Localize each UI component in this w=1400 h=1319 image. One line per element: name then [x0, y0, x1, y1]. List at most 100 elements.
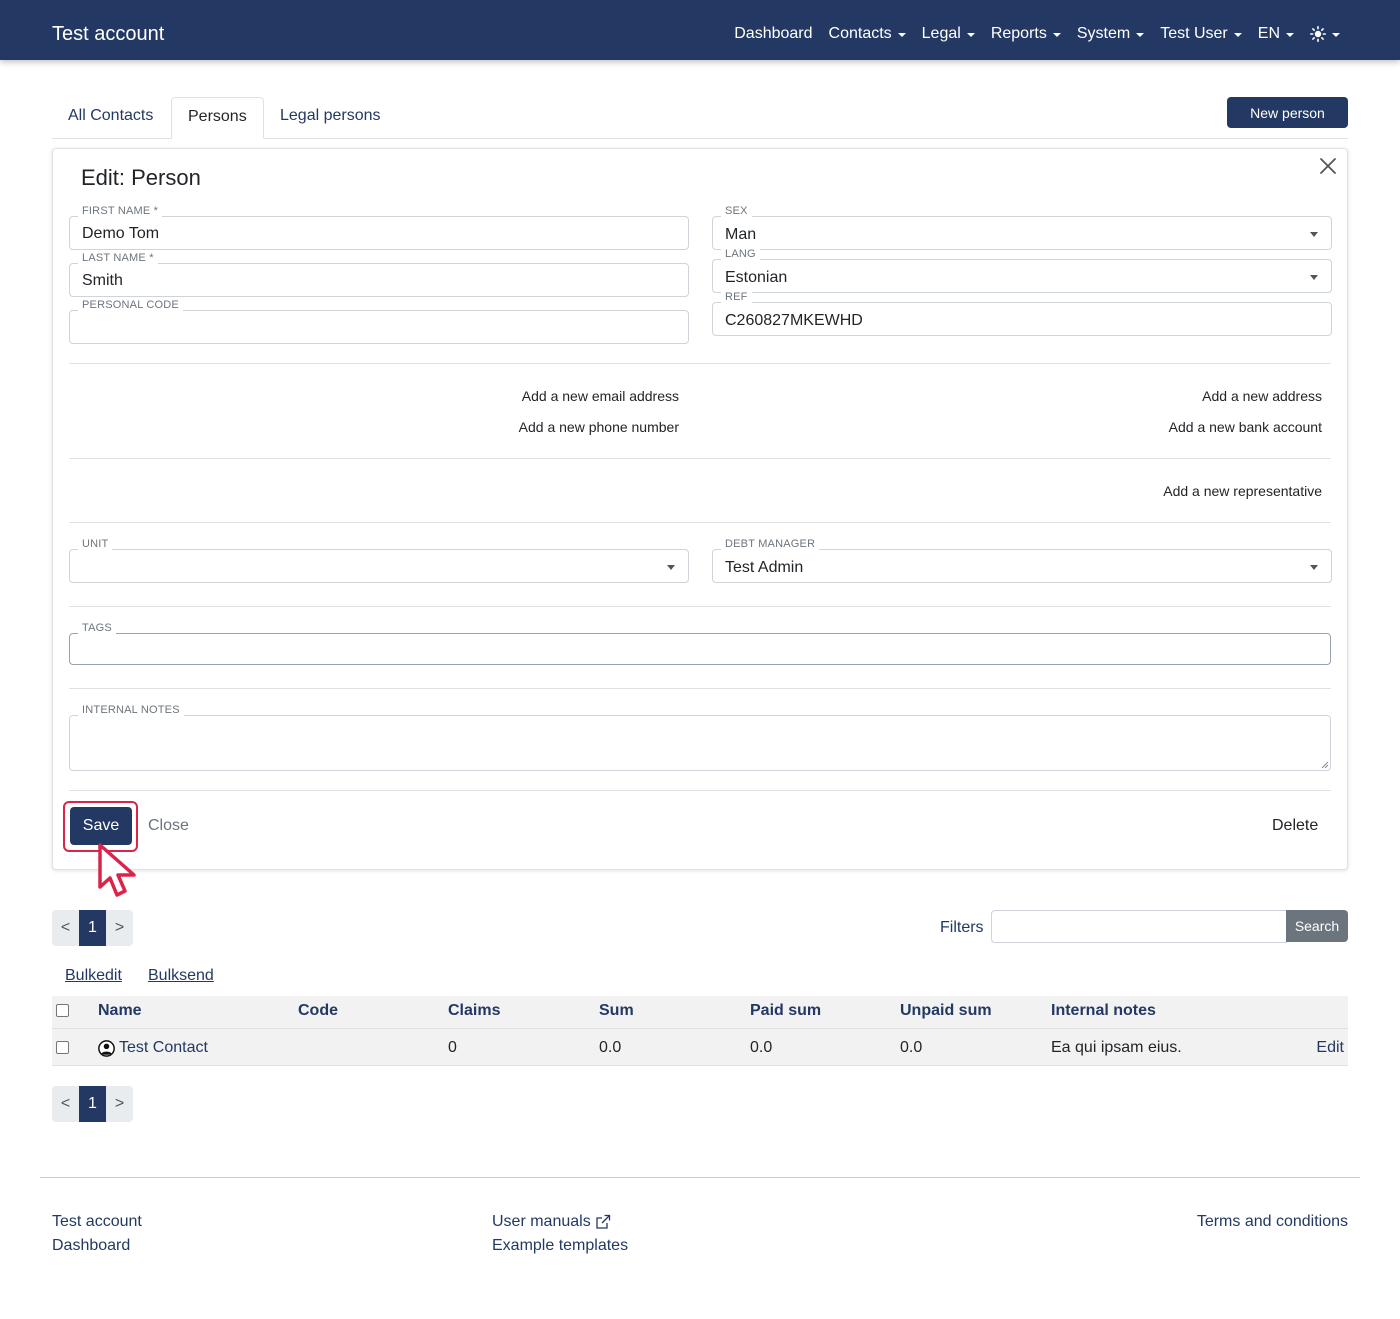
- unit-label: UNIT: [78, 538, 113, 550]
- nav-reports-label: Reports: [990, 25, 1047, 42]
- search-button[interactable]: Search: [1286, 910, 1348, 942]
- nav-user-dropdown[interactable]: Test User: [1160, 22, 1242, 46]
- nav-system-dropdown[interactable]: System: [1076, 22, 1145, 46]
- last-name-input[interactable]: [69, 263, 689, 297]
- tags-field: TAGS: [69, 622, 1331, 665]
- pagination-page-1[interactable]: 1: [79, 1086, 106, 1122]
- first-name-field: FIRST NAME * Demo Tom: [69, 205, 689, 250]
- tags-label: TAGS: [78, 622, 116, 634]
- ref-value: C260827MKEWHD: [725, 312, 863, 329]
- close-icon[interactable]: [1317, 155, 1339, 177]
- col-header-unpaid-sum[interactable]: Unpaid sum: [900, 1002, 992, 1020]
- nav-menu: Dashboard Contacts Legal Reports System …: [734, 22, 1340, 46]
- cell-unpaid-sum: 0.0: [900, 1039, 923, 1056]
- debt-manager-select[interactable]: [712, 549, 1332, 583]
- add-representative-link[interactable]: Add a new representative: [1163, 483, 1322, 499]
- select-all-checkbox[interactable]: [56, 1004, 69, 1017]
- lang-label: LANG: [721, 248, 760, 260]
- contact-tabs: All Contacts Persons Legal persons: [52, 97, 1348, 139]
- sun-icon: [1310, 26, 1326, 42]
- nav-legal-dropdown[interactable]: Legal: [922, 22, 975, 46]
- add-address-link[interactable]: Add a new address: [1202, 388, 1322, 404]
- add-bank-account-link[interactable]: Add a new bank account: [1169, 419, 1322, 435]
- tab-persons[interactable]: Persons: [171, 97, 264, 139]
- internal-notes-textarea[interactable]: [69, 715, 1331, 771]
- debt-manager-field: DEBT MANAGER Test Admin: [712, 538, 1332, 583]
- pagination-page-1[interactable]: 1: [79, 910, 106, 946]
- debt-manager-label: DEBT MANAGER: [721, 538, 820, 550]
- edit-row-link[interactable]: Edit: [1316, 1039, 1344, 1057]
- col-header-name[interactable]: Name: [98, 1002, 142, 1020]
- filters-input[interactable]: [991, 910, 1287, 943]
- lang-select[interactable]: [712, 259, 1332, 293]
- col-header-internal-notes[interactable]: Internal notes: [1051, 1002, 1156, 1020]
- pagination-prev[interactable]: <: [52, 1086, 79, 1122]
- theme-toggle-dropdown[interactable]: [1310, 22, 1340, 46]
- caret-down-icon: [1136, 33, 1145, 37]
- pagination-next[interactable]: >: [106, 910, 133, 946]
- unit-field: UNIT: [69, 538, 689, 583]
- col-header-code[interactable]: Code: [298, 1002, 338, 1020]
- close-button[interactable]: Close: [148, 817, 189, 835]
- footer-user-manuals-link[interactable]: User manuals: [492, 1213, 611, 1231]
- divider: [69, 458, 1331, 459]
- ref-field: REF C260827MKEWHD: [712, 291, 1332, 336]
- divider: [69, 790, 1331, 791]
- nav-system-label: System: [1076, 25, 1131, 42]
- chevron-down-icon: [667, 565, 675, 570]
- resize-handle-icon[interactable]: [1320, 760, 1329, 769]
- internal-notes-label: INTERNAL NOTES: [78, 704, 184, 716]
- sex-field: SEX Man: [712, 205, 1332, 250]
- nav-language-dropdown[interactable]: EN: [1258, 22, 1294, 46]
- new-person-button[interactable]: New person: [1227, 97, 1348, 128]
- footer-terms-link[interactable]: Terms and conditions: [1197, 1213, 1348, 1231]
- caret-down-icon: [897, 33, 906, 37]
- cell-internal-notes: Ea qui ipsam eius.: [1051, 1039, 1182, 1056]
- nav-dashboard[interactable]: Dashboard: [734, 22, 812, 46]
- tags-input[interactable]: [69, 633, 1331, 665]
- cell-sum: 0.0: [599, 1039, 622, 1056]
- tab-legal-persons[interactable]: Legal persons: [264, 97, 397, 139]
- pagination-top: < 1 >: [52, 910, 133, 946]
- row-checkbox[interactable]: [56, 1041, 69, 1054]
- footer-test-account-link[interactable]: Test account: [52, 1213, 142, 1231]
- form-title: Edit: Person: [81, 165, 201, 190]
- bulksend-link[interactable]: Bulksend: [148, 967, 214, 985]
- footer-user-manuals-label: User manuals: [492, 1213, 591, 1230]
- col-header-paid-sum[interactable]: Paid sum: [750, 1002, 821, 1020]
- footer-dashboard-link[interactable]: Dashboard: [52, 1237, 130, 1255]
- col-header-claims[interactable]: Claims: [448, 1002, 500, 1020]
- brand-link[interactable]: Test account: [52, 21, 164, 47]
- cell-claims: 0: [448, 1039, 457, 1056]
- add-phone-link[interactable]: Add a new phone number: [519, 419, 679, 435]
- first-name-input[interactable]: [69, 216, 689, 250]
- filters-label: Filters: [940, 919, 984, 936]
- footer-example-templates-link[interactable]: Example templates: [492, 1237, 628, 1255]
- delete-button[interactable]: Delete: [1272, 817, 1318, 835]
- contact-name-link[interactable]: Test Contact: [98, 1039, 208, 1057]
- footer-divider: [40, 1177, 1360, 1178]
- pagination-bottom: < 1 >: [52, 1086, 133, 1122]
- bulkedit-link[interactable]: Bulkedit: [65, 967, 122, 985]
- divider: [69, 363, 1331, 364]
- nav-contacts-dropdown[interactable]: Contacts: [829, 22, 906, 46]
- personal-code-field: PERSONAL CODE: [69, 299, 689, 344]
- ref-label: REF: [721, 291, 752, 303]
- first-name-value: Demo Tom: [82, 225, 160, 242]
- pagination-next[interactable]: >: [106, 1086, 133, 1122]
- caret-down-icon: [966, 33, 975, 37]
- nav-dashboard-label: Dashboard: [734, 25, 813, 42]
- personal-code-input[interactable]: [69, 310, 689, 344]
- tab-all-contacts[interactable]: All Contacts: [52, 97, 169, 139]
- col-header-sum[interactable]: Sum: [599, 1002, 634, 1020]
- debt-manager-value: Test Admin: [725, 559, 804, 576]
- top-navbar: Test account Dashboard Contacts Legal Re…: [0, 0, 1400, 60]
- save-button[interactable]: Save: [70, 807, 132, 845]
- nav-reports-dropdown[interactable]: Reports: [991, 22, 1061, 46]
- divider: [69, 522, 1331, 523]
- sex-select[interactable]: [712, 216, 1332, 250]
- unit-select[interactable]: [69, 549, 689, 583]
- pagination-prev[interactable]: <: [52, 910, 79, 946]
- add-email-link[interactable]: Add a new email address: [522, 388, 679, 404]
- personal-code-label: PERSONAL CODE: [78, 299, 183, 311]
